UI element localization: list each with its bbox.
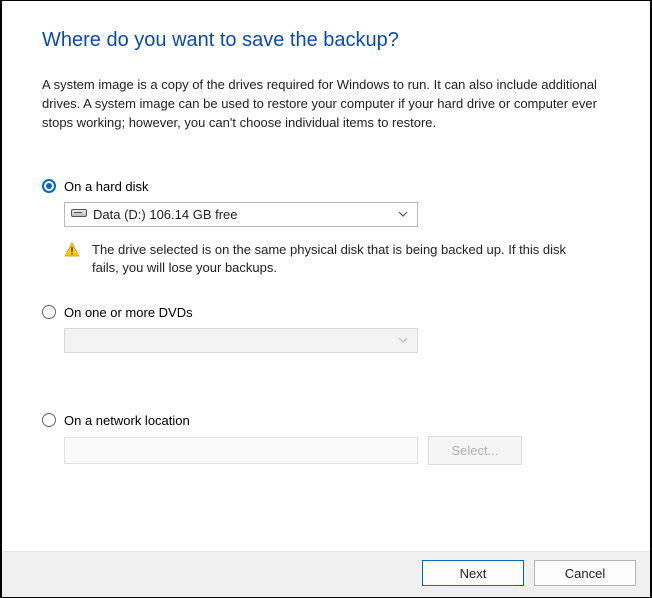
option-hard-disk: On a hard disk Data (D:) 106.14 GB free <box>42 179 610 277</box>
page-title: Where do you want to save the backup? <box>42 29 610 52</box>
radio-dvd[interactable] <box>42 305 56 319</box>
warning-text: The drive selected is on the same physic… <box>92 241 570 277</box>
radio-label-hard-disk: On a hard disk <box>64 179 149 194</box>
radio-row-hard-disk[interactable]: On a hard disk <box>42 179 610 194</box>
drive-select-combo[interactable]: Data (D:) 106.14 GB free <box>64 202 418 227</box>
network-path-input <box>64 437 418 464</box>
radio-row-dvd[interactable]: On one or more DVDs <box>42 305 610 320</box>
option-dvd: On one or more DVDs <box>42 305 610 353</box>
drive-select-value: Data (D:) 106.14 GB free <box>93 207 395 222</box>
radio-network[interactable] <box>42 413 56 427</box>
dvd-select-combo <box>64 328 418 353</box>
radio-row-network[interactable]: On a network location <box>42 413 610 428</box>
page-description: A system image is a copy of the drives r… <box>42 76 610 133</box>
warning-icon <box>64 242 80 258</box>
content-area: Where do you want to save the backup? A … <box>2 1 650 551</box>
same-disk-warning: The drive selected is on the same physic… <box>64 241 610 277</box>
radio-label-network: On a network location <box>64 413 190 428</box>
next-button[interactable]: Next <box>422 560 524 586</box>
radio-hard-disk[interactable] <box>42 179 56 193</box>
hard-drive-icon <box>71 209 87 219</box>
select-network-button: Select... <box>428 436 522 465</box>
radio-label-dvd: On one or more DVDs <box>64 305 193 320</box>
cancel-button[interactable]: Cancel <box>534 560 636 586</box>
backup-location-wizard: Where do you want to save the backup? A … <box>0 0 652 598</box>
chevron-down-icon <box>395 209 411 219</box>
option-network: On a network location Select... <box>42 413 610 465</box>
chevron-down-icon <box>395 335 411 345</box>
wizard-footer: Next Cancel <box>2 551 650 597</box>
